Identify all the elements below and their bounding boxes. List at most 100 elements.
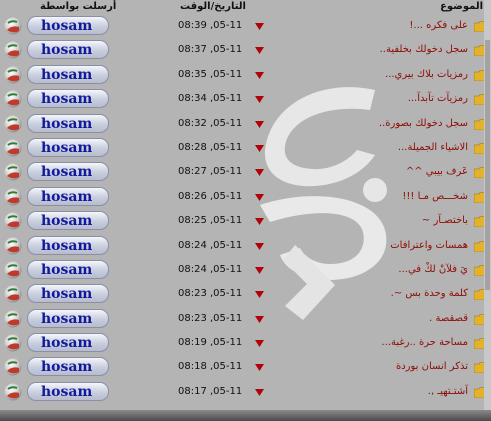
- post-datetime: 08:24 ,05-11: [178, 263, 243, 275]
- topic-title-link[interactable]: كلمة وحدة بس ~.: [391, 282, 468, 306]
- down-arrow-icon[interactable]: [255, 315, 264, 323]
- post-datetime: 08:17 ,05-11: [178, 385, 243, 397]
- topic-row: hosam 08:23 ,05-11 كلمة وحدة بس ~.: [0, 282, 491, 306]
- topic-title-link[interactable]: الاشياء الجميلة...: [398, 136, 468, 160]
- username-link[interactable]: hosam: [27, 235, 109, 255]
- topic-row: hosam 08:26 ,05-11 شخـــص مـا !!!: [0, 185, 491, 209]
- post-datetime: 08:25 ,05-11: [178, 215, 243, 227]
- post-datetime: 08:37 ,05-11: [178, 44, 243, 56]
- topic-title-link[interactable]: قصقصة .: [429, 307, 468, 331]
- down-arrow-icon[interactable]: [255, 71, 264, 79]
- user-avatar-icon: [4, 285, 22, 303]
- post-datetime: 08:32 ,05-11: [178, 117, 243, 129]
- down-arrow-icon[interactable]: [255, 340, 264, 348]
- username-link[interactable]: hosam: [27, 113, 109, 133]
- user-avatar-icon: [4, 358, 22, 376]
- topic-row: hosam 08:24 ,05-11 همسات واعترافات: [0, 234, 491, 258]
- post-datetime: 08:19 ,05-11: [178, 337, 243, 349]
- latest-topics-panel: أرسلت بواسطة التاريخ/الوقت الموضوع hosam…: [0, 0, 491, 410]
- topic-row: hosam 08:25 ,05-11 باختصـآر ~: [0, 209, 491, 233]
- topic-row: hosam 08:23 ,05-11 قصقصة .: [0, 307, 491, 331]
- user-avatar-icon: [4, 66, 22, 84]
- username-link[interactable]: hosam: [27, 357, 109, 377]
- topic-row: hosam 08:34 ,05-11 رمزيآت تآبدآ...: [0, 87, 491, 111]
- post-datetime: 08:26 ,05-11: [178, 190, 243, 202]
- post-datetime: 08:23 ,05-11: [178, 312, 243, 324]
- topic-column-header: الموضوع: [440, 1, 483, 12]
- post-datetime: 08:39 ,05-11: [178, 20, 243, 31]
- topic-row: hosam 08:24 ,05-11 يَ فلآنْ لكْ في...: [0, 258, 491, 282]
- username-link[interactable]: hosam: [27, 89, 109, 109]
- date-column-header: التاريخ/الوقت: [180, 1, 246, 12]
- post-datetime: 08:18 ,05-11: [178, 361, 243, 373]
- user-avatar-icon: [4, 383, 22, 401]
- topic-row: hosam 08:17 ,05-11 آشتـتهيـ ,.: [0, 380, 491, 404]
- user-avatar-icon: [4, 334, 22, 352]
- scrollbar-thumb[interactable]: [485, 40, 490, 290]
- topic-title-link[interactable]: تذكر انسان بوردة: [396, 355, 468, 379]
- down-arrow-icon[interactable]: [255, 388, 264, 396]
- down-arrow-icon[interactable]: [255, 96, 264, 104]
- down-arrow-icon[interactable]: [255, 23, 264, 30]
- username-link[interactable]: hosam: [27, 16, 109, 35]
- user-avatar-icon: [4, 237, 22, 255]
- vertical-scrollbar[interactable]: [484, 0, 491, 410]
- user-avatar-icon: [4, 115, 22, 133]
- post-datetime: 08:35 ,05-11: [178, 68, 243, 80]
- down-arrow-icon[interactable]: [255, 218, 264, 226]
- username-link[interactable]: hosam: [27, 259, 109, 279]
- topic-title-link[interactable]: رمزيات بلاك بيري...: [385, 63, 468, 87]
- topic-row: hosam 08:27 ,05-11 عَرف بيبي ^^: [0, 160, 491, 184]
- user-avatar-icon: [4, 163, 22, 181]
- user-avatar-icon: [4, 188, 22, 206]
- topic-title-link[interactable]: شخـــص مـا !!!: [402, 185, 468, 209]
- topic-title-link[interactable]: سجل دخولك بخلفية..: [380, 38, 468, 62]
- username-link[interactable]: hosam: [27, 186, 109, 206]
- topic-title-link[interactable]: مساحة حرة ..رغبة...: [382, 331, 469, 355]
- down-arrow-icon[interactable]: [255, 291, 264, 299]
- post-datetime: 08:23 ,05-11: [178, 288, 243, 300]
- down-arrow-icon[interactable]: [255, 169, 264, 177]
- topic-title-link[interactable]: رمزيآت تآبدآ...: [408, 87, 468, 111]
- username-link[interactable]: hosam: [27, 333, 109, 353]
- topic-title-link[interactable]: سجل دخولك بصورة..: [379, 112, 468, 136]
- down-arrow-icon[interactable]: [255, 242, 264, 250]
- user-avatar-icon: [4, 41, 22, 59]
- post-datetime: 08:24 ,05-11: [178, 239, 243, 251]
- post-datetime: 08:28 ,05-11: [178, 141, 243, 153]
- username-link[interactable]: hosam: [27, 308, 109, 328]
- topic-title-link[interactable]: عَرف بيبي ^^: [406, 160, 468, 184]
- user-avatar-icon: [4, 90, 22, 108]
- down-arrow-icon[interactable]: [255, 266, 264, 274]
- down-arrow-icon[interactable]: [255, 120, 264, 128]
- topic-row: hosam 08:28 ,05-11 الاشياء الجميلة...: [0, 136, 491, 160]
- topic-list: hosam 08:39 ,05-11 على فكره ...! hosam 0…: [0, 14, 491, 404]
- topic-title-link[interactable]: يَ فلآنْ لكْ في...: [398, 258, 468, 282]
- username-link[interactable]: hosam: [27, 64, 109, 84]
- topic-title-link[interactable]: باختصـآر ~: [422, 209, 468, 233]
- topic-row: hosam 08:19 ,05-11 مساحة حرة ..رغبة...: [0, 331, 491, 355]
- down-arrow-icon[interactable]: [255, 47, 264, 55]
- topic-row: hosam 08:35 ,05-11 رمزيات بلاك بيري...: [0, 63, 491, 87]
- sender-column-header: أرسلت بواسطة: [40, 1, 117, 12]
- topic-row: hosam 08:37 ,05-11 سجل دخولك بخلفية..: [0, 38, 491, 62]
- username-link[interactable]: hosam: [27, 381, 109, 401]
- topic-title-link[interactable]: آشتـتهيـ ,.: [428, 380, 468, 404]
- topic-title-link[interactable]: همسات واعترافات: [390, 234, 468, 258]
- post-datetime: 08:27 ,05-11: [178, 166, 243, 178]
- topic-title-link[interactable]: على فكره ...!: [409, 14, 468, 38]
- username-link[interactable]: hosam: [27, 211, 109, 231]
- user-avatar-icon: [4, 212, 22, 230]
- user-avatar-icon: [4, 139, 22, 157]
- table-header: أرسلت بواسطة التاريخ/الوقت الموضوع: [0, 0, 491, 13]
- username-link[interactable]: hosam: [27, 137, 109, 157]
- down-arrow-icon[interactable]: [255, 193, 264, 201]
- down-arrow-icon[interactable]: [255, 144, 264, 152]
- down-arrow-icon[interactable]: [255, 364, 264, 372]
- post-datetime: 08:34 ,05-11: [178, 93, 243, 105]
- bottom-bar: [0, 410, 491, 421]
- username-link[interactable]: hosam: [27, 284, 109, 304]
- username-link[interactable]: hosam: [27, 162, 109, 182]
- username-link[interactable]: hosam: [27, 40, 109, 60]
- topic-row: hosam 08:32 ,05-11 سجل دخولك بصورة..: [0, 112, 491, 136]
